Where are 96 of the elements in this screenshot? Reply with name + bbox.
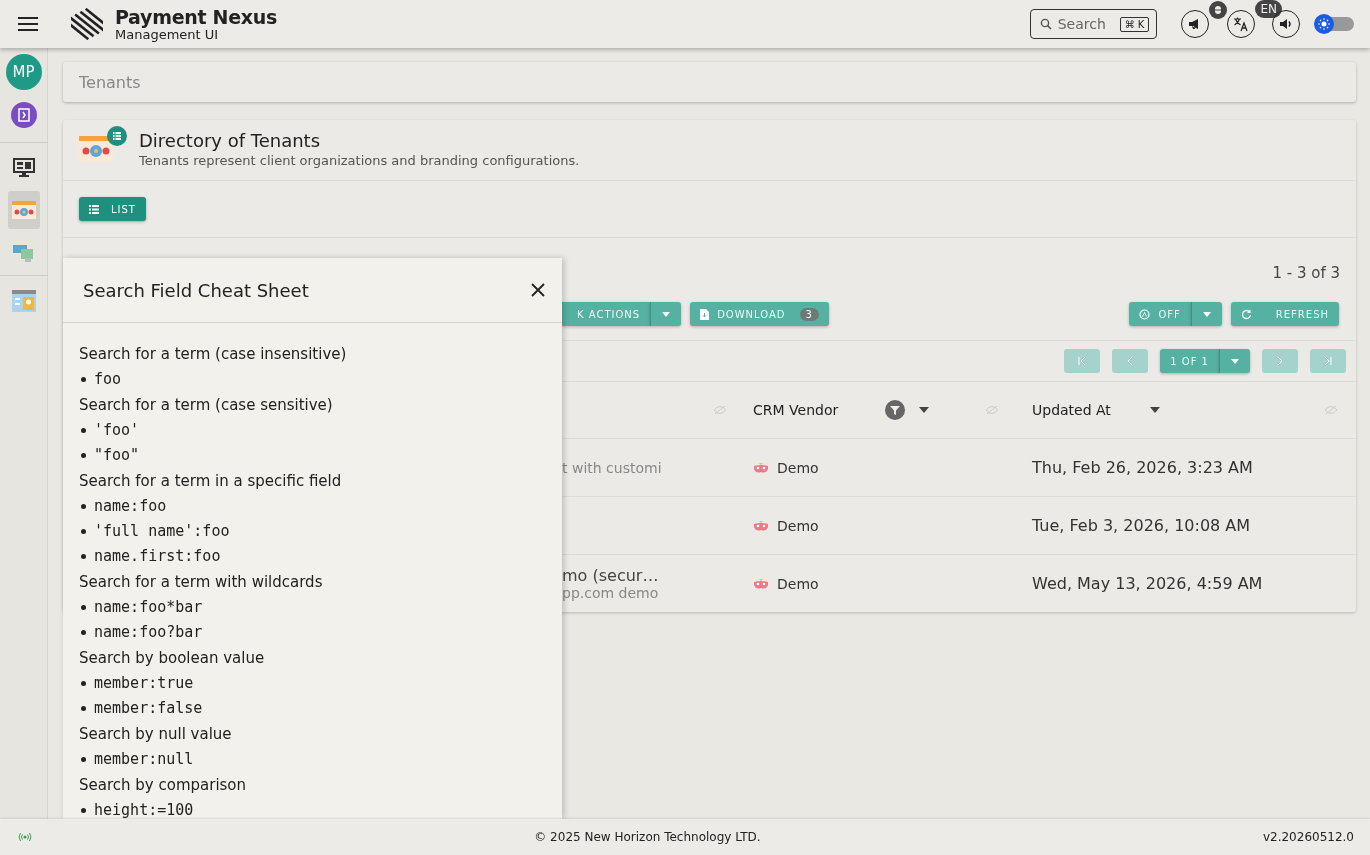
vendor-name: Demo bbox=[777, 517, 819, 534]
bullet-icon bbox=[81, 757, 86, 762]
copyright-text: © 2025 New Horizon Technology LTD. bbox=[533, 830, 762, 844]
auto-icon bbox=[1139, 308, 1151, 320]
bulk-actions-button[interactable]: K ACTIONS bbox=[562, 302, 651, 326]
sun-icon bbox=[1318, 18, 1330, 30]
refresh-icon bbox=[1240, 308, 1252, 320]
bullet-icon bbox=[81, 630, 86, 635]
signal-icon bbox=[18, 832, 32, 842]
column-header[interactable]: Updated At bbox=[1032, 402, 1136, 418]
example-query: member:false bbox=[94, 698, 203, 719]
sort-caret-icon[interactable] bbox=[919, 407, 929, 413]
tenant-name: mo (secur… bbox=[562, 566, 660, 585]
search-field[interactable]: Search ⌘ K bbox=[1029, 9, 1158, 39]
exit-icon[interactable] bbox=[10, 102, 37, 128]
example-query: height:=100 bbox=[94, 800, 194, 819]
updated-date: Wed, May 13, 2026, 4:59 AM bbox=[1032, 574, 1263, 593]
auto-refresh-button[interactable]: OFF bbox=[1129, 302, 1191, 326]
bullet-icon bbox=[81, 428, 86, 433]
section-heading: Search by null value bbox=[79, 724, 233, 745]
section-heading: Search for a term (case insensitive) bbox=[79, 344, 348, 365]
caret-icon bbox=[1231, 358, 1239, 364]
last-page-icon bbox=[1324, 357, 1332, 365]
bullet-icon bbox=[81, 554, 86, 559]
bullet-icon bbox=[81, 529, 86, 534]
first-page-icon bbox=[1078, 357, 1087, 365]
example-query: foo bbox=[94, 369, 122, 390]
monitor-icon bbox=[12, 158, 35, 178]
example-query: name:foo*bar bbox=[94, 597, 203, 618]
example-query: name:foo bbox=[94, 496, 167, 517]
card-subtitle: Tenants represent client organizations and branding configurations. bbox=[139, 153, 580, 168]
example-query: 'foo' bbox=[94, 420, 140, 441]
list-button[interactable]: LIST bbox=[79, 197, 146, 221]
vendor-name: Demo bbox=[777, 575, 819, 592]
chevron-left-icon bbox=[1127, 357, 1134, 365]
theme-toggle[interactable] bbox=[1314, 14, 1356, 34]
profile-card-icon bbox=[11, 290, 36, 312]
example-query: name.first:foo bbox=[94, 546, 221, 567]
section-heading: Search by comparison bbox=[79, 775, 248, 796]
file-icon bbox=[700, 308, 710, 320]
download-button[interactable]: DOWNLOAD 3 bbox=[690, 302, 829, 326]
speaker-icon bbox=[1279, 18, 1293, 30]
result-range: 1 - 3 of 3 bbox=[1272, 264, 1340, 284]
bullet-icon bbox=[81, 377, 86, 382]
example-query: name:foo?bar bbox=[94, 622, 203, 643]
refresh-button[interactable]: REFRESH bbox=[1230, 302, 1339, 326]
section-heading: Search by boolean value bbox=[79, 648, 266, 669]
page-select[interactable]: 1 OF 1 bbox=[1160, 349, 1219, 373]
language-badge: EN bbox=[1255, 0, 1282, 18]
app-subtitle: Management UI bbox=[115, 27, 220, 41]
section-heading: Search for a term (case sensitive) bbox=[79, 395, 334, 416]
version-text: v2.20260512.0 bbox=[1262, 830, 1354, 844]
section-heading: Search for a term in a specific field bbox=[79, 471, 343, 492]
updated-date: Tue, Feb 3, 2026, 10:08 AM bbox=[1032, 516, 1251, 535]
panel-title: Search Field Cheat Sheet bbox=[83, 279, 309, 301]
sort-caret-icon[interactable] bbox=[1150, 407, 1160, 413]
vendor-name: Demo bbox=[777, 459, 819, 476]
dropdown-button[interactable] bbox=[1219, 349, 1250, 373]
dropdown-button[interactable] bbox=[650, 302, 682, 326]
example-query: member:true bbox=[94, 673, 194, 694]
bullet-icon bbox=[81, 453, 86, 458]
card-title: Directory of Tenants bbox=[139, 130, 322, 151]
close-icon[interactable] bbox=[531, 283, 545, 297]
bullet-icon bbox=[81, 808, 86, 813]
caret-icon bbox=[662, 311, 671, 317]
filter-icon[interactable] bbox=[885, 400, 905, 420]
updated-date: Thu, Feb 26, 2026, 3:23 AM bbox=[1032, 458, 1253, 477]
mask-icon bbox=[753, 519, 769, 532]
example-query: 'full name':foo bbox=[94, 521, 230, 542]
column-header[interactable]: CRM Vendor bbox=[753, 402, 877, 418]
breadcrumb-text: Tenants bbox=[79, 72, 141, 92]
dropdown-button[interactable] bbox=[1190, 302, 1222, 326]
logo-icon bbox=[71, 8, 103, 40]
list-icon bbox=[89, 204, 99, 214]
calendar-icon bbox=[11, 201, 36, 219]
shortcut-key: ⌘ K bbox=[1119, 16, 1150, 32]
tenant-detail: pp.com demo bbox=[562, 585, 660, 601]
mask-icon bbox=[753, 577, 769, 590]
search-input[interactable]: Search bbox=[1057, 16, 1114, 32]
bullet-icon bbox=[81, 504, 86, 509]
chevron-right-icon bbox=[1277, 357, 1283, 365]
example-query: "foo" bbox=[94, 445, 140, 466]
app-title: Payment Nexus bbox=[115, 7, 277, 27]
bullet-icon bbox=[81, 605, 86, 610]
bullet-icon bbox=[81, 681, 86, 686]
translate-icon bbox=[1233, 16, 1250, 32]
example-query: member:null bbox=[94, 749, 194, 770]
search-icon bbox=[1039, 18, 1052, 30]
menu-icon[interactable] bbox=[18, 17, 38, 31]
tenant-detail: t with customi bbox=[562, 459, 663, 476]
bullet-icon bbox=[81, 706, 86, 711]
section-heading: Search for a term with wildcards bbox=[79, 572, 324, 593]
user-avatar[interactable]: MP bbox=[5, 54, 42, 90]
caret-icon bbox=[1202, 311, 1211, 317]
mask-icon bbox=[753, 461, 769, 474]
list-badge-icon bbox=[107, 126, 127, 146]
